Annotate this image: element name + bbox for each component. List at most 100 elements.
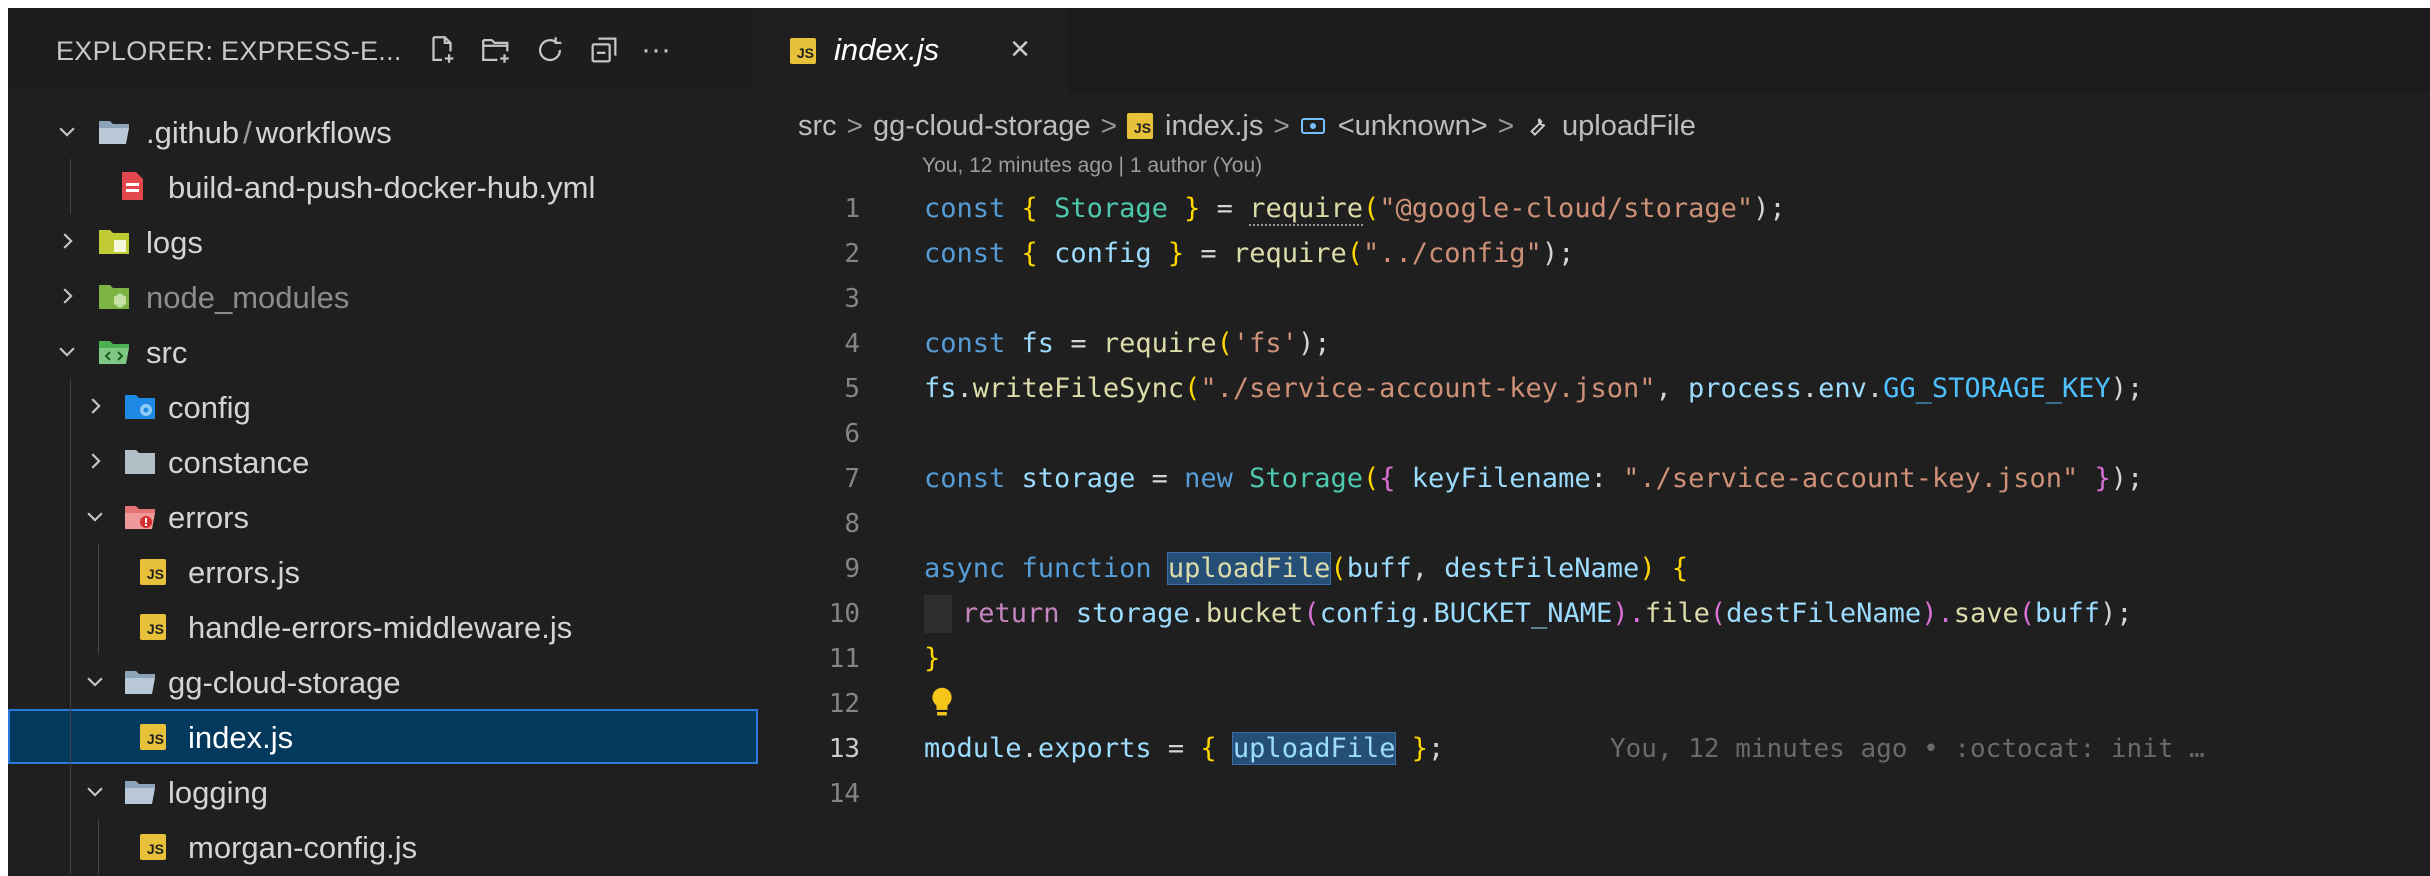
breadcrumb-separator: > (1273, 110, 1290, 141)
tree-item-gg-cloud-storage[interactable]: gg-cloud-storage (8, 654, 758, 709)
indent-guide (924, 595, 952, 633)
code-text: const { config } = require("../config"); (924, 238, 1575, 269)
code-line: 1 const { Storage } = require("@google-c… (758, 186, 2430, 231)
line-number: 11 (828, 644, 860, 674)
new-folder-icon[interactable] (476, 30, 516, 70)
folder-node-icon (99, 285, 129, 309)
tree-item-label: handle-errors-middleware.js (188, 610, 573, 645)
explorer-title: EXPLORER: EXPRESS-E... (56, 36, 402, 66)
js-file-icon: JS (140, 834, 166, 860)
line-number: 5 (844, 374, 860, 404)
tree-item-errors[interactable]: errors (8, 489, 758, 544)
code-text: const storage = new Storage({ keyFilenam… (924, 463, 2144, 494)
tree-item-label: .github (146, 115, 240, 150)
code-area[interactable]: 1 const { Storage } = require("@google-c… (758, 186, 2430, 816)
indent-guide (70, 434, 71, 489)
lightbulb-icon[interactable] (928, 685, 956, 721)
indent-guide (98, 599, 99, 654)
tree-item-logs[interactable]: logs (8, 214, 758, 269)
explorer-header: EXPLORER: EXPRESS-E... ··· (8, 8, 758, 92)
indent-guide (70, 764, 71, 819)
code-text: async function uploadFile(buff, destFile… (924, 552, 1689, 585)
tree-item-handle-errors-middleware[interactable]: JS handle-errors-middleware.js (8, 599, 758, 654)
chevron-right-icon (91, 453, 101, 469)
indent-guide (70, 379, 71, 434)
code-line: 14 (758, 771, 2430, 816)
line-number: 8 (844, 509, 860, 539)
tab-bar: JS index.js × (758, 8, 2430, 92)
line-number: 3 (844, 284, 860, 314)
tree-item-node-modules[interactable]: node_modules (8, 269, 758, 324)
tree-item-errors-js[interactable]: JS errors.js (8, 544, 758, 599)
tree-item-label: logging (168, 775, 268, 810)
tree-item-config[interactable]: config (8, 379, 758, 434)
yaml-file-icon (122, 172, 143, 200)
folder-icon (125, 450, 155, 474)
tab-index-js[interactable]: JS index.js × (758, 8, 1068, 92)
code-text: const fs = require('fs'); (924, 328, 1331, 359)
tree-item-logging[interactable]: logging (8, 764, 758, 819)
breadcrumb-item-file[interactable]: index.js (1165, 110, 1263, 143)
folder-errors-icon (125, 506, 155, 529)
folder-config-icon (125, 395, 155, 419)
indent-guide (70, 819, 71, 874)
path-separator: / (243, 115, 252, 150)
tree-item-index-js[interactable]: JS index.js (8, 709, 758, 764)
close-icon[interactable]: × (1002, 32, 1038, 68)
breadcrumb-separator: > (846, 110, 864, 141)
chevron-down-icon (87, 512, 103, 522)
indent-guide (70, 709, 71, 764)
tree-item-morgan-config[interactable]: JS morgan-config.js (8, 819, 758, 874)
code-line: 11 } (758, 636, 2430, 681)
code-line: 10 return storage.bucket(config.BUCKET_N… (758, 591, 2430, 636)
indent-guide (70, 544, 71, 599)
more-icon[interactable]: ··· (636, 30, 676, 70)
line-number: 14 (828, 779, 860, 809)
tree-item-constance[interactable]: constance (8, 434, 758, 489)
line-number: 13 (828, 734, 860, 764)
tree-item-label: gg-cloud-storage (168, 665, 401, 700)
codelens-blame[interactable]: You, 12 minutes ago | 1 author (You) (922, 154, 1262, 178)
breadcrumb-item-folder[interactable]: gg-cloud-storage (873, 110, 1091, 143)
tree-item-github-workflows[interactable]: .github / workflows (8, 104, 758, 159)
new-file-icon[interactable] (422, 30, 462, 70)
code-line-active: 13 module.exports = { uploadFile }; You,… (758, 726, 2430, 771)
code-line: 3 (758, 276, 2430, 321)
breadcrumb-item-symbol[interactable]: <unknown> (1338, 110, 1488, 143)
breadcrumb: src > gg-cloud-storage > JS index.js > <… (798, 104, 1696, 148)
explorer-sidebar: EXPLORER: EXPRESS-E... ··· .github / workf… (8, 8, 758, 876)
js-file-icon: JS (790, 38, 816, 64)
tree-item-build-yml[interactable]: build-and-push-docker-hub.yml (8, 159, 758, 214)
chevron-right-icon (63, 233, 73, 249)
code-line: 4 const fs = require('fs'); (758, 321, 2430, 366)
tree-item-label: constance (168, 445, 310, 480)
indent-guide (70, 654, 71, 709)
line-number: 10 (828, 599, 860, 629)
code-line: 6 (758, 411, 2430, 456)
folder-logs-icon (99, 230, 129, 254)
code-text: return storage.bucket(config.BUCKET_NAME… (962, 598, 2133, 629)
chevron-right-icon (91, 398, 101, 414)
indent-guide (70, 599, 71, 654)
tree-item-src[interactable]: src (8, 324, 758, 379)
js-file-icon: JS (140, 614, 166, 640)
chevron-down-icon (59, 127, 75, 137)
line-number: 4 (844, 329, 860, 359)
refresh-icon[interactable] (530, 30, 570, 70)
code-line: 8 (758, 501, 2430, 546)
chevron-down-icon (59, 347, 75, 357)
line-number: 1 (844, 194, 860, 224)
wrench-icon (1524, 113, 1550, 139)
folder-open-icon (125, 781, 155, 804)
js-file-icon: JS (140, 724, 166, 750)
code-text: fs.writeFileSync("./service-account-key.… (924, 373, 2144, 404)
tree-item-label: logs (146, 225, 203, 260)
line-number: 9 (844, 554, 860, 584)
code-line: 2 const { config } = require("../config"… (758, 231, 2430, 276)
collapse-all-icon[interactable] (584, 30, 624, 70)
indent-guide (98, 544, 99, 599)
js-file-icon: JS (1127, 113, 1154, 139)
code-text: } (924, 643, 941, 674)
breadcrumb-item-src[interactable]: src (798, 110, 837, 143)
breadcrumb-item-function[interactable]: uploadFile (1562, 110, 1696, 143)
